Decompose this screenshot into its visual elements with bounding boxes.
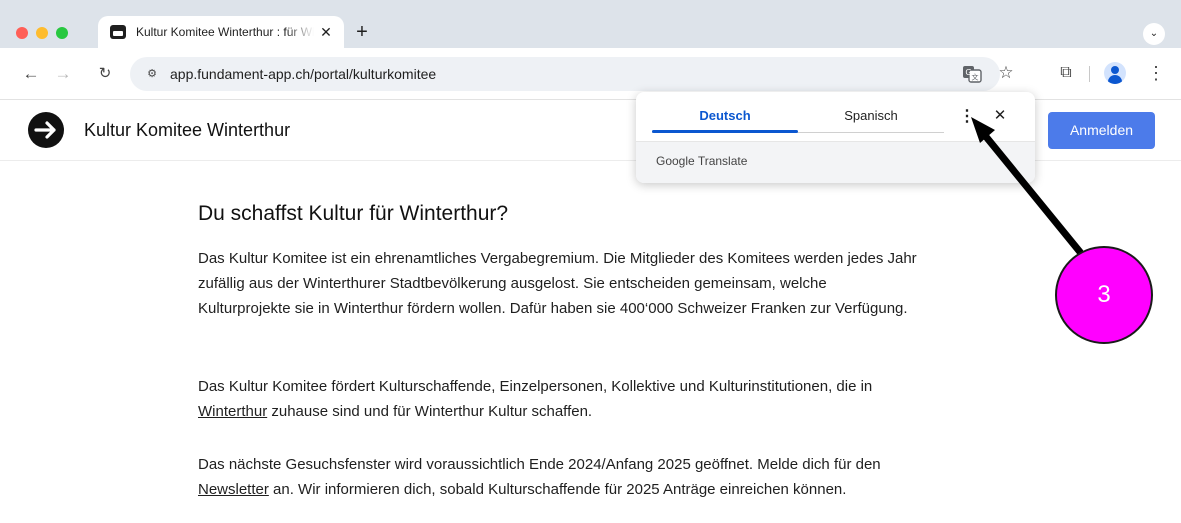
translate-icon[interactable]: G 文 <box>962 64 982 84</box>
google-translate-label: Google Translate <box>656 154 748 168</box>
new-tab-button[interactable]: + <box>352 22 372 42</box>
translate-footer: Google Translate <box>636 141 1035 183</box>
maximize-window-button[interactable] <box>56 27 68 39</box>
tab-title: Kultur Komitee Winterthur : für Winterth… <box>136 25 314 39</box>
browser-tab-active[interactable]: Kultur Komitee Winterthur : für Winterth… <box>98 16 344 48</box>
paragraph-text: Das nächste Gesuchsfenster wird voraussi… <box>198 456 881 473</box>
paragraph-text: Das Kultur Komitee fördert Kulturschaffe… <box>198 378 873 395</box>
extensions-icon[interactable]: ⧉ <box>1056 63 1076 83</box>
language-tab-target[interactable]: Spanisch <box>798 108 944 130</box>
step-number-badge: 3 <box>1055 246 1153 344</box>
winterthur-link[interactable]: Winterthur <box>198 403 267 420</box>
paragraph-text: an. Wir informieren dich, sobald Kulturs… <box>268 481 847 498</box>
site-favicon-icon <box>110 25 126 39</box>
site-logo-arrow-icon[interactable] <box>28 112 64 148</box>
bookmark-star-icon[interactable]: ☆ <box>996 63 1016 83</box>
reload-button[interactable]: ↻ <box>94 63 116 85</box>
newsletter-link[interactable]: Newsletter <box>198 481 269 498</box>
paragraph-text: zuhause sind und für Winterthur Kultur s… <box>267 403 593 420</box>
site-info-icon[interactable]: ⚙ <box>144 66 160 82</box>
close-window-button[interactable] <box>16 27 28 39</box>
svg-text:文: 文 <box>972 73 979 82</box>
page-heading: Du schaffst Kultur für Winterthur? <box>198 202 509 225</box>
profile-avatar-icon[interactable] <box>1104 62 1126 84</box>
language-tab-source[interactable]: Deutsch <box>652 108 798 130</box>
browser-menu-icon[interactable]: ⋮ <box>1146 63 1166 83</box>
browser-tab-strip: Kultur Komitee Winterthur : für Winterth… <box>0 0 1181 48</box>
more-options-icon[interactable]: ⋮ <box>958 107 976 127</box>
minimize-window-button[interactable] <box>36 27 48 39</box>
address-bar[interactable]: ⚙ app.fundament-app.ch/portal/kulturkomi… <box>130 57 1014 91</box>
active-tab-indicator <box>652 130 798 133</box>
close-icon[interactable]: ✕ <box>991 106 1009 126</box>
support-paragraph: Das Kultur Komitee fördert Kulturschaffe… <box>198 374 918 424</box>
translate-popup: Deutsch Spanisch ⋮ ✕ Google Translate <box>636 92 1035 183</box>
url-text[interactable]: app.fundament-app.ch/portal/kulturkomite… <box>170 66 436 84</box>
application-window-paragraph: Das nächste Gesuchsfenster wird voraussi… <box>198 452 918 502</box>
login-button[interactable]: Anmelden <box>1048 112 1155 149</box>
forward-button[interactable]: → <box>52 63 74 85</box>
toolbar-divider <box>1089 66 1090 82</box>
site-name[interactable]: Kultur Komitee Winterthur <box>84 120 290 141</box>
tab-search-button[interactable]: ⌄ <box>1143 23 1165 45</box>
back-button[interactable]: ← <box>20 63 42 85</box>
tab-close-icon[interactable]: ✕ <box>318 24 334 40</box>
intro-paragraph: Das Kultur Komitee ist ein ehrenamtliche… <box>198 250 917 317</box>
